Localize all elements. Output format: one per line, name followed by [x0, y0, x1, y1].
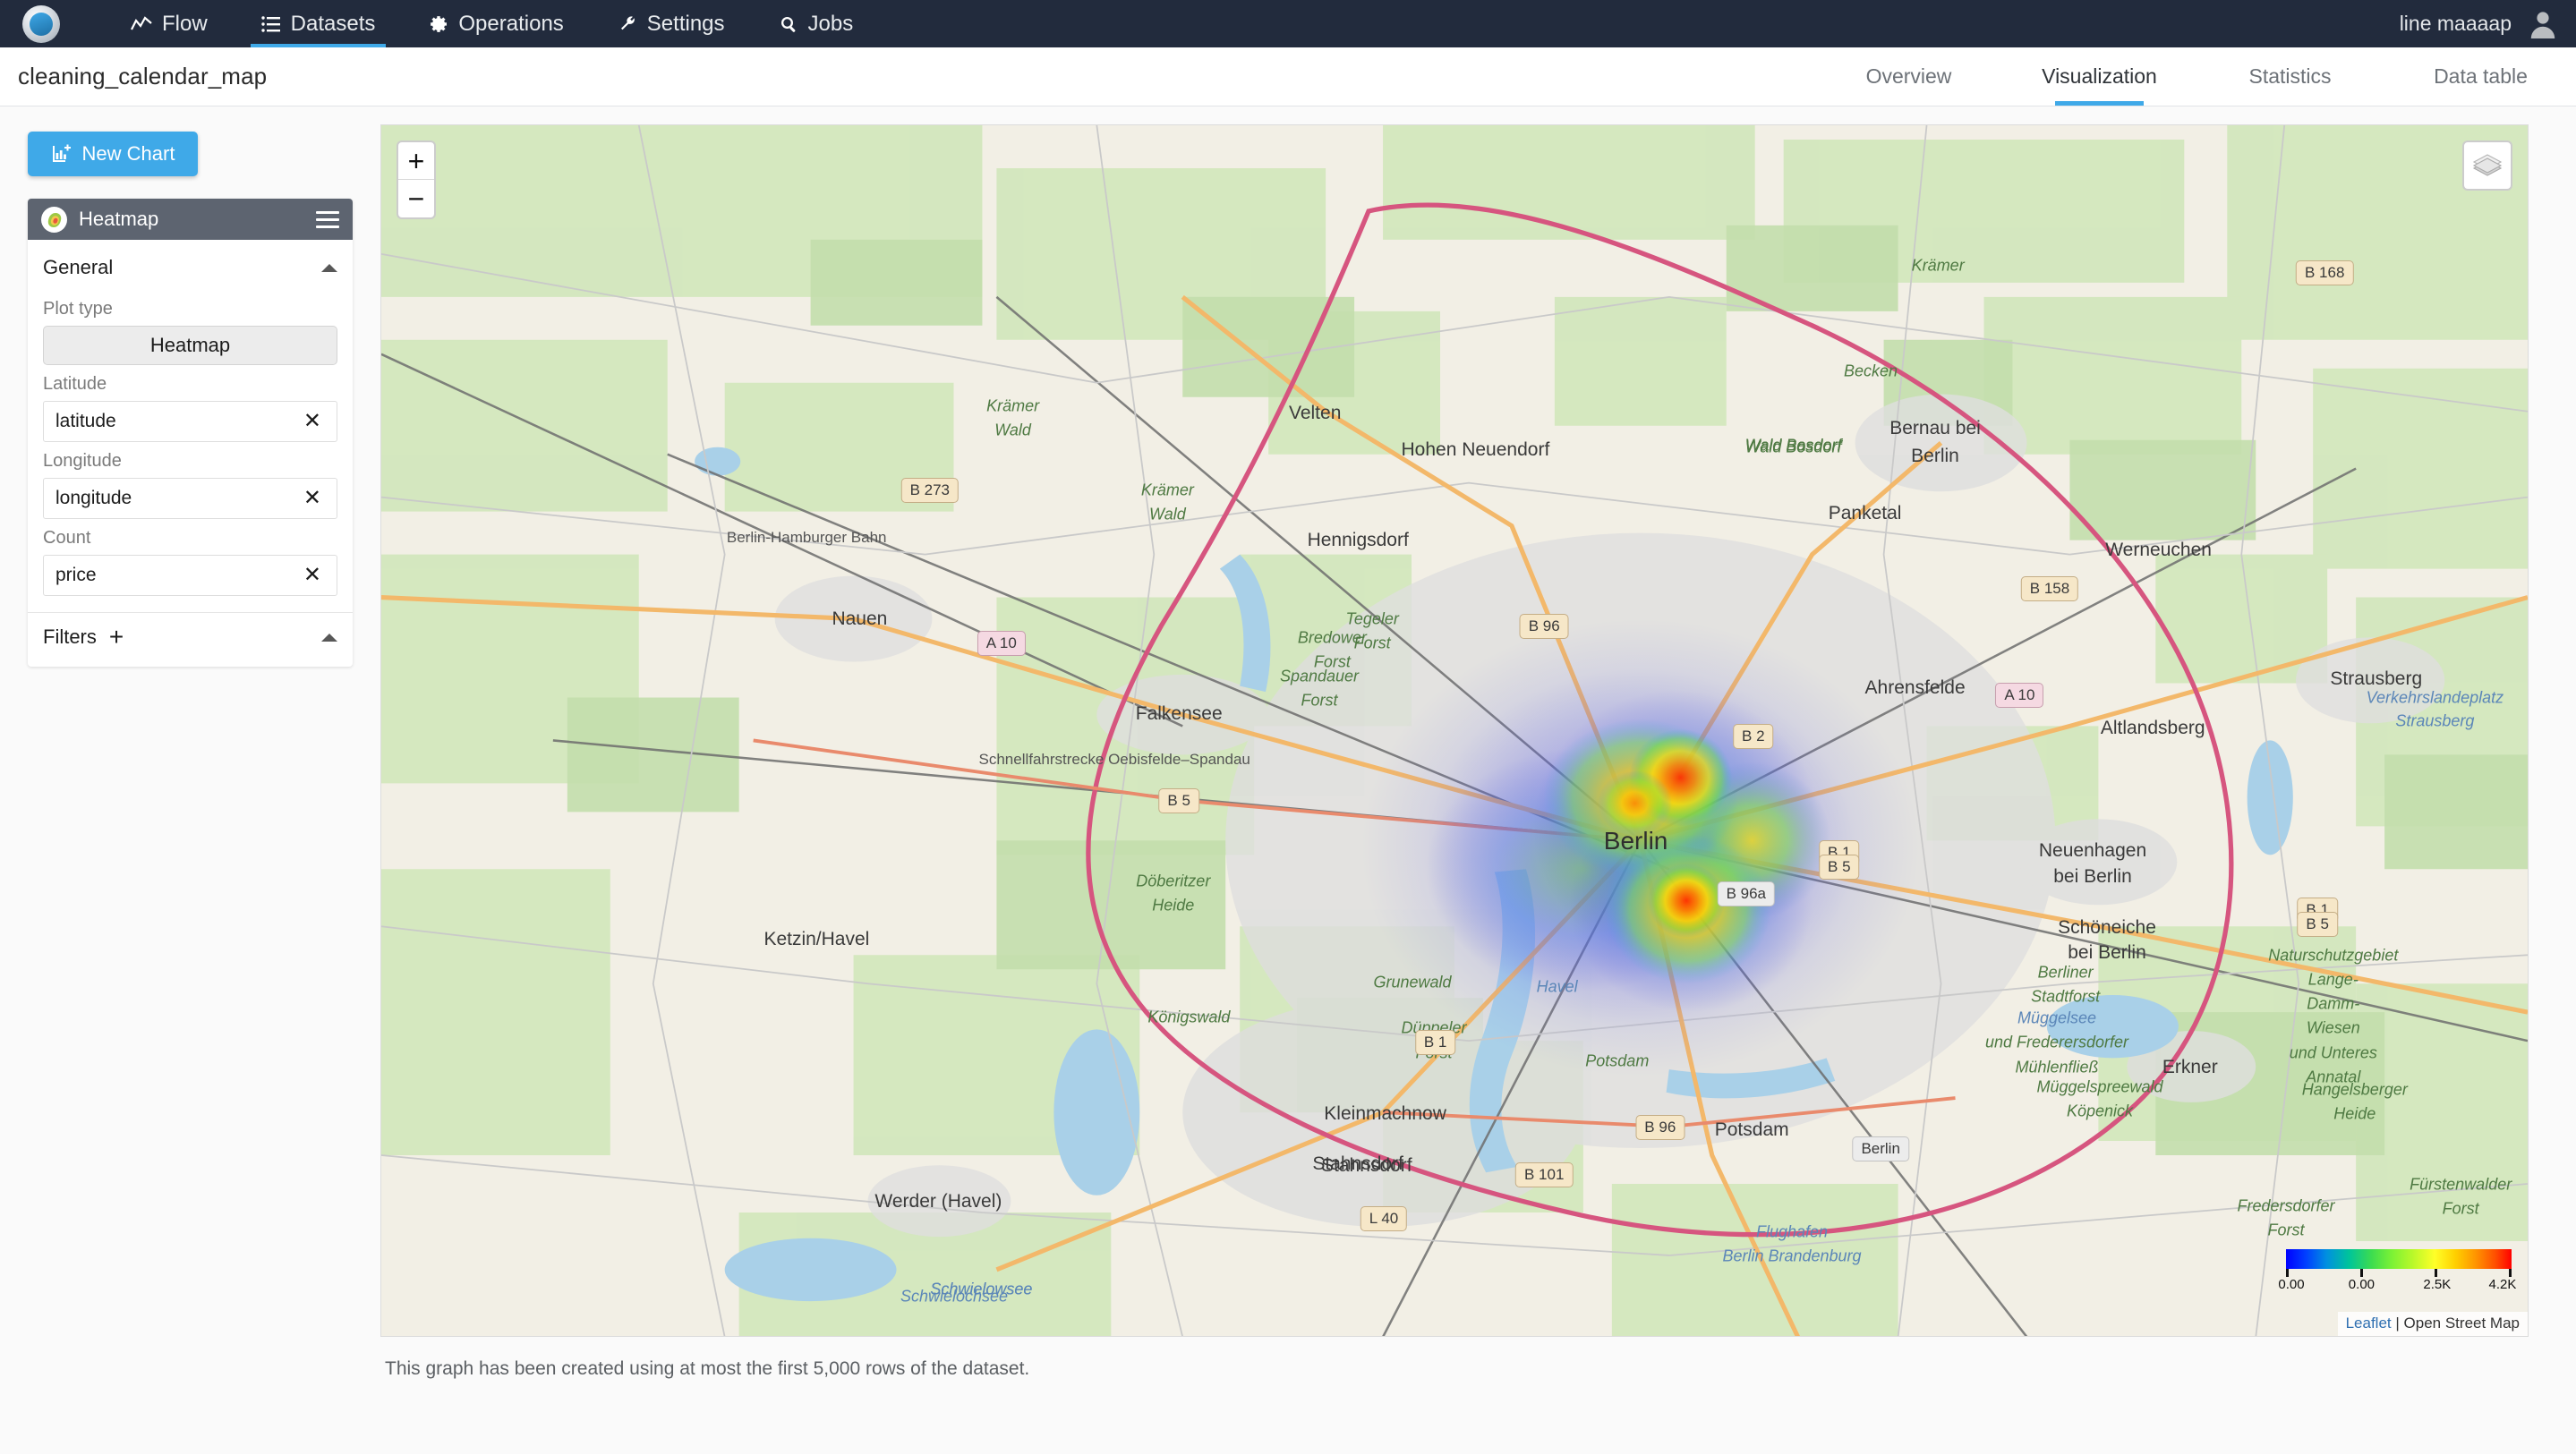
nav-item-jobs[interactable]: Jobs [752, 0, 881, 47]
nav-label-flow: Flow [162, 11, 208, 36]
colorbar-ticks [2286, 1269, 2512, 1277]
nav-label-datasets: Datasets [290, 11, 376, 36]
jobs-icon [780, 16, 795, 32]
longitude-field[interactable]: longitude ✕ [43, 478, 337, 519]
map-tiles [381, 125, 2528, 1336]
colorbar-tick-3: 4.2K [2488, 1277, 2517, 1292]
top-navigation-bar: Flow Datasets Operations Settings Jobs l… [0, 0, 2576, 47]
list-icon [260, 15, 280, 32]
dataset-tabs: Overview Visualization Statistics Data t… [1813, 47, 2576, 106]
count-field[interactable]: price ✕ [43, 555, 337, 596]
user-avatar-icon[interactable] [2528, 9, 2558, 39]
heatmap-overlay [1361, 618, 1920, 1077]
zoom-control[interactable]: + − [397, 140, 436, 219]
tab-visualization[interactable]: Visualization [2004, 47, 2195, 106]
latitude-value: latitude [55, 411, 116, 431]
close-icon-latitude[interactable]: ✕ [300, 411, 325, 432]
colorbar-tick-0: 0.00 [2278, 1277, 2305, 1292]
nav-item-operations[interactable]: Operations [402, 0, 590, 47]
colorbar-tick-labels: 0.00 0.00 2.5K 4.2K [2278, 1277, 2516, 1295]
close-icon-longitude[interactable]: ✕ [300, 488, 325, 509]
longitude-label: Longitude [43, 451, 122, 471]
longitude-value: longitude [55, 488, 132, 508]
nav-item-settings[interactable]: Settings [591, 0, 752, 47]
chart-card-body: General Plot type Heatmap Latitude latit… [28, 240, 353, 667]
nav-label-jobs: Jobs [807, 11, 854, 36]
nav-label-operations: Operations [458, 11, 564, 36]
chart-card-header: Heatmap [28, 199, 353, 240]
gear-icon [431, 15, 448, 32]
nav-item-datasets[interactable]: Datasets [235, 0, 403, 47]
dataset-subheader: cleaning_calendar_map Overview Visualiza… [0, 47, 2576, 106]
tab-overview-label: Overview [1865, 64, 1952, 88]
chevron-up-icon-general[interactable] [321, 263, 337, 272]
chart-card-title: Heatmap [79, 208, 159, 230]
tab-statistics-label: Statistics [2248, 64, 2332, 88]
page-title: cleaning_calendar_map [18, 63, 268, 89]
dataiku-logo-icon [22, 4, 60, 43]
tab-data-table[interactable]: Data table [2385, 47, 2576, 106]
chart-card: Heatmap General Plot type Heatmap Latitu… [28, 199, 353, 667]
heatmap-colorbar-legend: 0.00 0.00 2.5K 4.2K [2278, 1249, 2516, 1295]
nav-item-flow[interactable]: Flow [104, 0, 235, 47]
tab-statistics[interactable]: Statistics [2195, 47, 2385, 106]
layers-control-button[interactable] [2462, 140, 2512, 191]
zoom-out-button[interactable]: − [398, 180, 434, 217]
add-chart-icon [52, 144, 71, 162]
colorbar-tick-1: 0.00 [2348, 1277, 2376, 1292]
general-section-header[interactable]: General [43, 252, 337, 290]
plot-type-button[interactable]: Heatmap [43, 326, 337, 365]
plot-type-label: Plot type [43, 299, 113, 319]
latitude-field[interactable]: latitude ✕ [43, 401, 337, 442]
close-icon-count[interactable]: ✕ [300, 565, 325, 586]
visualization-area: + − 0.00 0.00 2.5K 4.2K Leaflet | Open S… [380, 106, 2576, 1454]
new-chart-button[interactable]: New Chart [28, 132, 198, 176]
page-body: New Chart Heatmap General Plot type Heat… [0, 106, 2576, 1454]
map-container[interactable]: + − 0.00 0.00 2.5K 4.2K Leaflet | Open S… [380, 124, 2529, 1337]
attribution-separator: | [2395, 1315, 2400, 1332]
layers-icon [2472, 154, 2503, 176]
plus-icon-add-filter[interactable]: + [109, 625, 124, 650]
colorbar-gradient [2286, 1249, 2512, 1269]
latitude-label: Latitude [43, 374, 107, 394]
filters-section-label: Filters [43, 625, 97, 648]
chart-row-limit-note: This graph has been created using at mos… [385, 1358, 1030, 1379]
new-chart-label: New Chart [81, 142, 175, 165]
user-name-label: line maaaap [2399, 12, 2512, 35]
count-label: Count [43, 528, 91, 548]
filters-section-header[interactable]: Filters + [43, 613, 337, 652]
chevron-up-icon-filters[interactable] [321, 633, 337, 642]
filters-left-group: Filters + [43, 625, 124, 650]
tab-visualization-label: Visualization [2042, 64, 2157, 88]
nav-label-settings: Settings [646, 11, 725, 36]
chart-config-sidebar: New Chart Heatmap General Plot type Heat… [0, 106, 380, 1454]
tab-data-table-label: Data table [2434, 64, 2528, 88]
app-logo[interactable] [16, 4, 66, 43]
user-area[interactable]: line maaaap [2400, 0, 2558, 47]
zoom-in-button[interactable]: + [398, 142, 434, 180]
colorbar-tick-2: 2.5K [2423, 1277, 2452, 1292]
leaflet-link[interactable]: Leaflet [2346, 1315, 2392, 1332]
logo-inner-shape [30, 12, 53, 36]
heatmap-icon [41, 206, 67, 233]
general-section-label: General [43, 256, 114, 278]
count-value: price [55, 565, 97, 585]
hamburger-menu-icon[interactable] [316, 210, 339, 228]
main-nav-items: Flow Datasets Operations Settings Jobs [104, 0, 880, 47]
map-attribution: Leaflet | Open Street Map [2337, 1312, 2528, 1336]
wrench-icon [620, 15, 635, 30]
tab-overview[interactable]: Overview [1813, 47, 2004, 106]
flow-icon [131, 15, 152, 30]
attribution-provider: Open Street Map [2403, 1315, 2520, 1332]
